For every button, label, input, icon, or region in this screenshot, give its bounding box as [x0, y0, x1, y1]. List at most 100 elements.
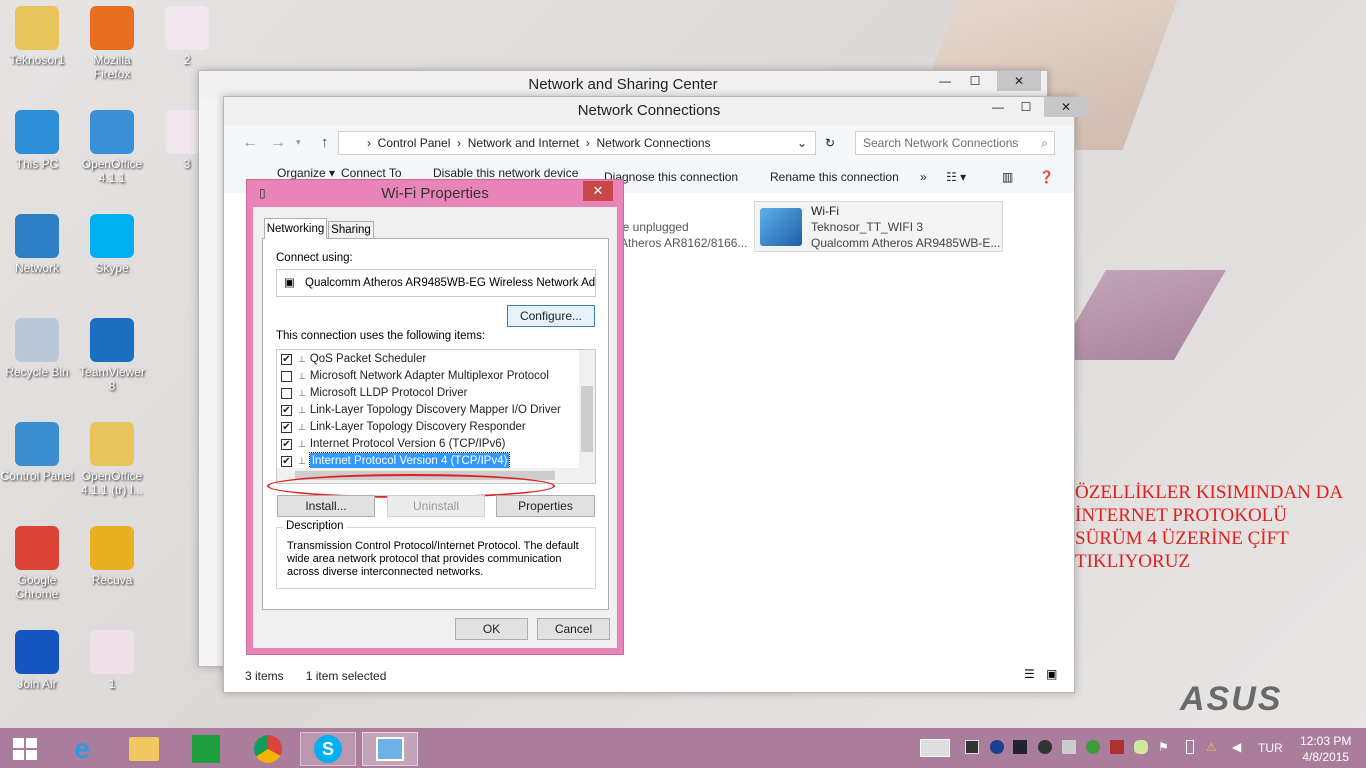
taskbar-control-panel[interactable] [362, 732, 418, 766]
network-globe-icon[interactable] [1086, 740, 1100, 754]
configure-button[interactable]: Configure... [507, 305, 595, 327]
view-options-icon[interactable]: ☷ ▾ [946, 165, 966, 189]
refresh-icon[interactable]: ↻ [825, 132, 835, 154]
address-bar[interactable]: › Control Panel › Network and Internet ›… [338, 131, 835, 155]
wifi-warning-icon[interactable]: ⚠ [1206, 740, 1220, 754]
desktop-icon[interactable]: Control Panel [0, 422, 74, 483]
timer-icon[interactable] [1038, 740, 1052, 754]
minimize-button[interactable]: — [931, 71, 959, 91]
ethernet-adapter: Atheros AR8162/8166... [620, 236, 748, 250]
maximize-button[interactable]: ☐ [961, 71, 989, 91]
ok-button[interactable]: OK [455, 618, 528, 640]
details-view-icon[interactable]: ☰ [1024, 667, 1035, 681]
chrome-icon [254, 735, 282, 763]
desktop-icon[interactable]: Skype [75, 214, 149, 275]
help-icon[interactable]: ❓ [1039, 165, 1054, 189]
taskbar-internet-explorer[interactable]: e [54, 732, 110, 766]
action-center-flag-icon[interactable]: ⚑ [1158, 740, 1172, 754]
uninstall-button[interactable]: Uninstall [387, 495, 485, 517]
crumb-control-panel[interactable]: Control Panel [378, 136, 451, 150]
protocol-item[interactable]: ✔ ⊥ QoS Packet Scheduler [277, 351, 579, 368]
desktop-icon-label: Network [14, 261, 59, 275]
close-button[interactable]: ✕ [583, 181, 613, 201]
desktop-icon[interactable]: Recuva [75, 526, 149, 587]
desktop-icon[interactable]: Join Air [0, 630, 74, 691]
protocol-icon: ⊥ [298, 422, 306, 432]
crumb-network-connections[interactable]: Network Connections [596, 136, 710, 150]
checkbox[interactable]: ✔ [281, 354, 292, 365]
display-icon[interactable] [1013, 740, 1027, 754]
large-icons-view-icon[interactable]: ▣ [1046, 667, 1057, 681]
crumb-network-internet[interactable]: Network and Internet [468, 136, 579, 150]
properties-button[interactable]: Properties [496, 495, 595, 517]
ethernet-connection[interactable]: le unplugged Atheros AR8162/8166... [620, 219, 747, 251]
maximize-button[interactable]: ☐ [1012, 97, 1040, 117]
diagnose-button[interactable]: Diagnose this connection [604, 165, 738, 189]
window-title: Network Connections [577, 102, 721, 119]
tablet-icon[interactable] [965, 740, 979, 754]
desktop-icon[interactable]: Mozilla Firefox [75, 6, 149, 81]
protocol-item[interactable]: ⊥ Microsoft Network Adapter Multiplexor P… [277, 368, 579, 385]
protocol-item[interactable]: ✔ ⊥ Link-Layer Topology Discovery Responde… [277, 419, 579, 436]
protocol-item[interactable]: ✔ ⊥ Link-Layer Topology Discovery Mapper I… [277, 402, 579, 419]
checkbox[interactable]: ✔ [281, 405, 292, 416]
checkbox[interactable]: ✔ [281, 456, 292, 467]
language-indicator[interactable]: TUR [1258, 741, 1283, 755]
search-input[interactable]: Search Network Connections ⌕ [855, 131, 1055, 155]
desktop-icon[interactable]: This PC [0, 110, 74, 171]
back-button[interactable]: ← [242, 134, 258, 152]
volume-icon[interactable]: ◀ [1232, 740, 1246, 754]
control-panel-icon [376, 737, 404, 761]
dialog-body: Networking Sharing Connect using: ▣ Qualc… [253, 207, 617, 648]
tab-networking[interactable]: Networking [264, 218, 327, 239]
taskbar-store[interactable] [178, 732, 234, 766]
more-button[interactable]: » [920, 165, 927, 189]
checkbox[interactable]: ✔ [281, 439, 292, 450]
bluetooth-icon[interactable] [990, 740, 1004, 754]
desktop-icon[interactable]: OpenOffice 4.1.1 [75, 110, 149, 185]
checkbox[interactable]: ✔ [281, 422, 292, 433]
chevron-down-icon[interactable]: ⌄ [797, 132, 807, 154]
install-button[interactable]: Install... [277, 495, 375, 517]
up-button[interactable]: ↑ [321, 134, 329, 151]
security-icon[interactable] [1110, 740, 1124, 754]
close-button[interactable]: ✕ [1044, 97, 1088, 117]
app-icon [90, 526, 134, 570]
desktop-icon[interactable]: 1 [75, 630, 149, 691]
recent-dropdown[interactable]: ▾ [296, 137, 301, 148]
adapter-icon: ▣ [284, 277, 295, 289]
desktop-icon[interactable]: Recycle Bin [0, 318, 74, 379]
tab-sharing[interactable]: Sharing [328, 221, 374, 239]
cancel-button[interactable]: Cancel [537, 618, 610, 640]
windows-logo-icon [13, 738, 37, 760]
preview-pane-icon[interactable]: ▥ [1002, 165, 1013, 189]
protocol-item[interactable]: ✔ ⊥ Internet Protocol Version 6 (TCP/IPv6) [277, 436, 579, 453]
close-button[interactable]: ✕ [997, 71, 1041, 91]
rename-button[interactable]: Rename this connection [770, 165, 899, 189]
forward-button[interactable]: → [270, 134, 286, 152]
taskbar-skype[interactable]: S [300, 732, 356, 766]
desktop-icon[interactable]: Network [0, 214, 74, 275]
desktop-icon[interactable]: Teknosor1 [0, 6, 74, 67]
desktop-icon[interactable]: TeamViewer 8 [75, 318, 149, 393]
desktop-icon[interactable]: 2 [150, 6, 224, 67]
taskbar-chrome[interactable] [240, 732, 296, 766]
app-icon [90, 318, 134, 362]
wifi-connection[interactable]: Wi-Fi Teknosor_TT_WIFI 3 Qualcomm Athero… [754, 201, 1003, 252]
battery-icon[interactable] [1186, 740, 1194, 754]
taskbar-file-explorer[interactable] [116, 732, 172, 766]
usb-icon[interactable] [1062, 740, 1076, 754]
app-icon[interactable] [1134, 740, 1148, 754]
protocol-item[interactable]: ⊥ Microsoft LLDP Protocol Driver [277, 385, 579, 402]
scroll-thumb[interactable] [581, 386, 593, 452]
dialog-title: Wi-Fi Properties [381, 185, 489, 202]
checkbox[interactable] [281, 388, 292, 399]
start-button[interactable] [0, 732, 50, 766]
minimize-button[interactable]: — [984, 97, 1012, 117]
touch-keyboard-icon[interactable] [920, 739, 950, 757]
desktop-icon[interactable]: OpenOffice 4.1.1 (tr) I... [75, 422, 149, 497]
clock[interactable]: 12:03 PM 4/8/2015 [1300, 733, 1351, 765]
checkbox[interactable] [281, 371, 292, 382]
vertical-scrollbar[interactable] [579, 350, 595, 468]
desktop-icon[interactable]: Google Chrome [0, 526, 74, 601]
